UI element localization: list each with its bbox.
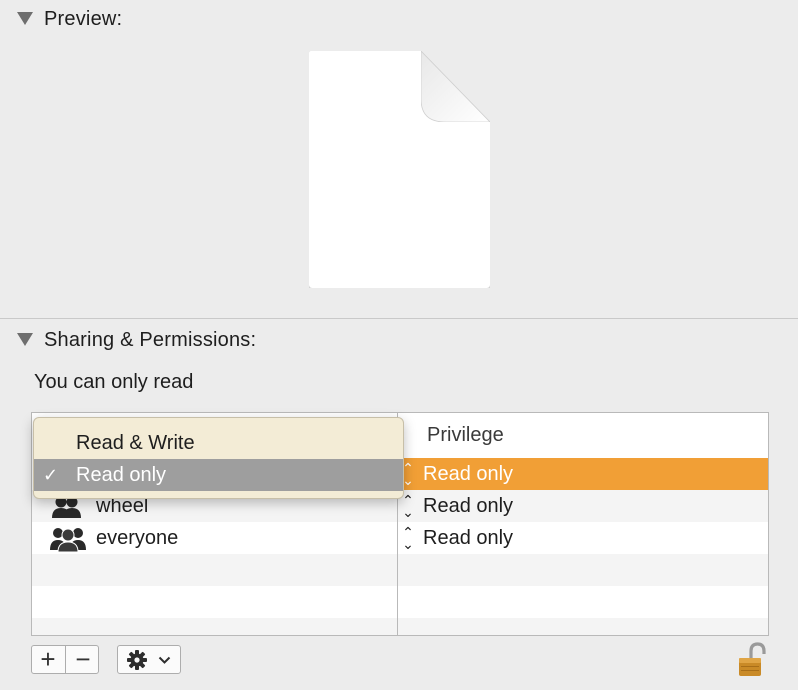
menu-item-label: Read & Write <box>76 432 195 454</box>
table-row-stripe <box>32 554 768 586</box>
section-divider <box>0 318 798 319</box>
privilege-stepper-icon[interactable]: ⌃ ⌄ <box>401 525 415 551</box>
user-name-cell[interactable]: everyone <box>96 522 178 554</box>
privilege-cell[interactable]: Read only <box>423 490 513 522</box>
preview-section-title: Preview: <box>44 8 123 30</box>
chevron-down-icon <box>158 656 171 664</box>
privilege-popup-menu: Read & Write ✓ Read only <box>33 417 404 499</box>
table-row-stripe <box>32 618 768 635</box>
privilege-cell[interactable]: Read only <box>423 458 513 490</box>
remove-user-button[interactable]: − <box>66 645 100 674</box>
menu-item-label: Read only <box>76 464 167 486</box>
sharing-section-title: Sharing & Permissions: <box>44 329 257 351</box>
unlocked-lock-icon[interactable] <box>737 642 771 678</box>
preview-disclosure-triangle-icon[interactable] <box>17 12 33 25</box>
privilege-column-header[interactable]: Privilege <box>427 424 504 447</box>
sharing-disclosure-triangle-icon[interactable] <box>17 333 33 346</box>
menu-item-read-only[interactable]: ✓ Read only <box>34 459 403 491</box>
everyone-group-icon <box>50 528 86 553</box>
action-menu-button[interactable] <box>117 645 181 674</box>
gear-icon <box>127 650 147 670</box>
checkmark-icon: ✓ <box>43 465 59 485</box>
privilege-cell[interactable]: Read only <box>423 522 513 554</box>
menu-item-read-write[interactable]: Read & Write <box>34 427 403 459</box>
page-curl-icon <box>421 51 490 122</box>
privilege-stepper-icon[interactable]: ⌃ ⌄ <box>401 493 415 519</box>
permission-info-text: You can only read <box>34 371 194 393</box>
add-user-button[interactable]: + <box>31 645 65 674</box>
